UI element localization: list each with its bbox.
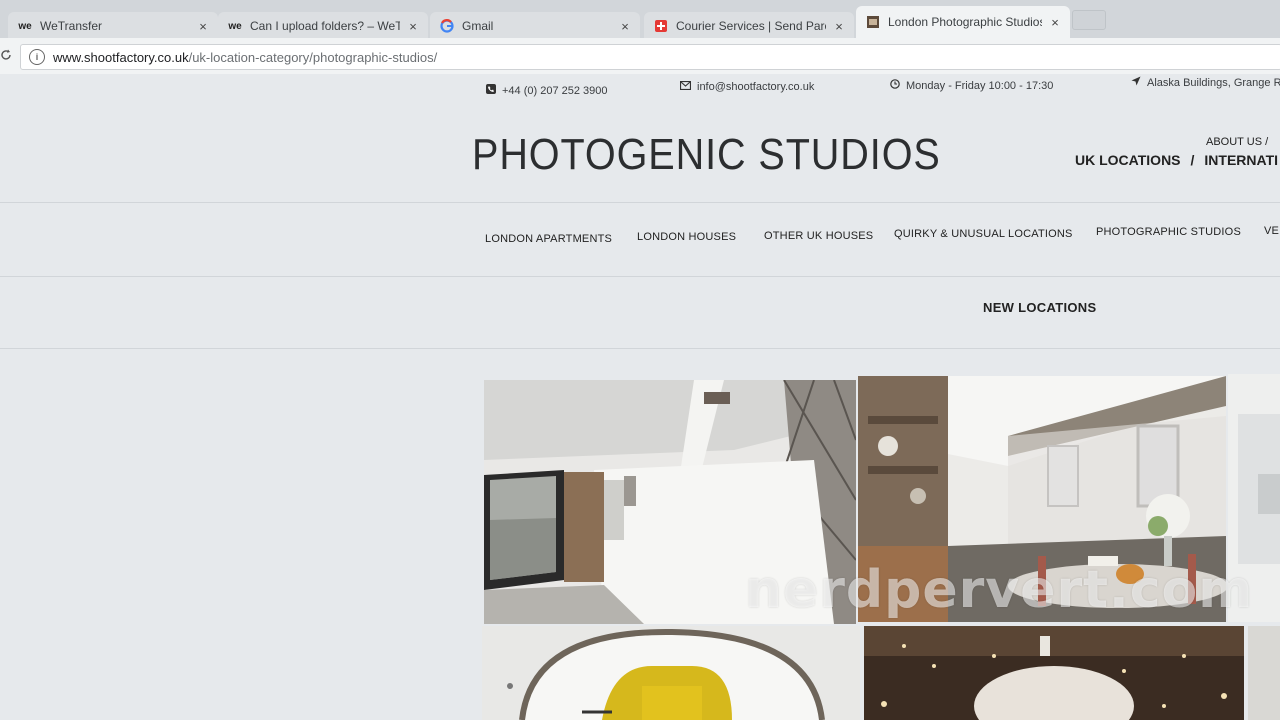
browser-tab-strip: we WeTransfer × we Can I upload folders?… — [0, 0, 1280, 40]
nav-london-houses[interactable]: LONDON HOUSES — [637, 231, 736, 243]
close-tab-icon[interactable]: × — [196, 19, 210, 34]
secondary-nav: NEW LOCATIONS — [0, 278, 1280, 349]
nav-quirky-unusual[interactable]: QUIRKY & UNUSUAL LOCATIONS — [894, 228, 1073, 240]
separator: / — [1190, 152, 1195, 168]
wetransfer-icon: we — [228, 20, 242, 32]
browser-tab-wetransfer[interactable]: we WeTransfer × — [8, 12, 218, 40]
nav-other-uk-houses[interactable]: OTHER UK HOUSES — [764, 230, 873, 242]
phone-number: +44 (0) 207 252 3900 — [502, 84, 608, 97]
browser-tab-upload-folders[interactable]: we Can I upload folders? – WeTra × — [218, 12, 428, 40]
contact-bar: +44 (0) 207 252 3900 info@shootfactory.c… — [0, 74, 1280, 108]
close-tab-icon[interactable]: × — [618, 19, 632, 34]
clock-icon — [890, 79, 900, 92]
location-links: UK LOCATIONS / INTERNATI — [1075, 152, 1278, 168]
address-bar[interactable]: i www.shootfactory.co.uk/uk-location-cat… — [20, 44, 1280, 70]
shootfactory-icon — [866, 15, 880, 29]
nav-london-apartments[interactable]: LONDON APARTMENTS — [485, 233, 612, 245]
address: Alaska Buildings, Grange R — [1147, 76, 1280, 89]
about-us-link[interactable]: ABOUT US / — [1206, 136, 1268, 148]
browser-tab-london-studios[interactable]: London Photographic Studios × — [856, 6, 1070, 38]
international-link[interactable]: INTERNATI — [1204, 152, 1278, 168]
google-icon — [440, 19, 454, 33]
envelope-icon — [679, 80, 692, 93]
tab-title: Courier Services | Send Parce — [676, 19, 826, 33]
web-page: +44 (0) 207 252 3900 info@shootfactory.c… — [0, 74, 1280, 720]
studio-photo-partial-2[interactable] — [1248, 626, 1280, 720]
info-icon[interactable]: i — [29, 49, 45, 65]
tab-title: London Photographic Studios — [888, 15, 1042, 29]
browser-tab-gmail[interactable]: Gmail × — [430, 12, 640, 40]
close-tab-icon[interactable]: × — [406, 19, 420, 34]
header: PHOTOGENIC STUDIOS ABOUT US / UK LOCATIO… — [0, 110, 1280, 203]
parcel-icon — [654, 19, 668, 33]
phone-icon — [486, 84, 496, 97]
contact-hours: Monday - Friday 10:00 - 17:30 — [890, 79, 1053, 92]
new-locations-link[interactable]: NEW LOCATIONS — [983, 300, 1096, 315]
nav-venues[interactable]: VE — [1264, 225, 1279, 237]
url-path: /uk-location-category/photographic-studi… — [188, 49, 438, 65]
watermark-text: nerdpervert.com — [745, 560, 1254, 620]
contact-email[interactable]: info@shootfactory.co.uk — [679, 80, 815, 93]
tab-title: Gmail — [462, 19, 494, 33]
browser-toolbar: i www.shootfactory.co.uk/uk-location-cat… — [0, 38, 1280, 75]
close-tab-icon[interactable]: × — [832, 19, 846, 34]
uk-locations-link[interactable]: UK LOCATIONS — [1075, 152, 1181, 168]
email-address: info@shootfactory.co.uk — [697, 81, 815, 93]
contact-address[interactable]: Alaska Buildings, Grange R — [1131, 76, 1280, 89]
location-arrow-icon — [1131, 76, 1141, 89]
close-tab-icon[interactable]: × — [1048, 15, 1062, 30]
new-tab-button[interactable] — [1072, 10, 1106, 30]
wetransfer-icon: we — [18, 20, 32, 32]
nav-photographic-studios[interactable]: PHOTOGRAPHIC STUDIOS — [1096, 226, 1241, 238]
site-logo[interactable]: PHOTOGENIC STUDIOS — [472, 130, 941, 180]
tab-title: WeTransfer — [40, 19, 103, 33]
reload-icon[interactable] — [0, 48, 12, 64]
contact-phone[interactable]: +44 (0) 207 252 3900 — [486, 84, 608, 97]
studio-photo-yellow-chair[interactable] — [482, 626, 860, 720]
opening-hours: Monday - Friday 10:00 - 17:30 — [906, 79, 1054, 92]
browser-tab-courier[interactable]: Courier Services | Send Parce × — [644, 12, 854, 40]
url-domain: www.shootfactory.co.uk — [53, 49, 189, 65]
studio-photo-dark-interior[interactable] — [864, 626, 1244, 720]
tab-title: Can I upload folders? – WeTra — [250, 19, 400, 33]
main-nav: LONDON APARTMENTS LONDON HOUSES OTHER UK… — [0, 204, 1280, 277]
